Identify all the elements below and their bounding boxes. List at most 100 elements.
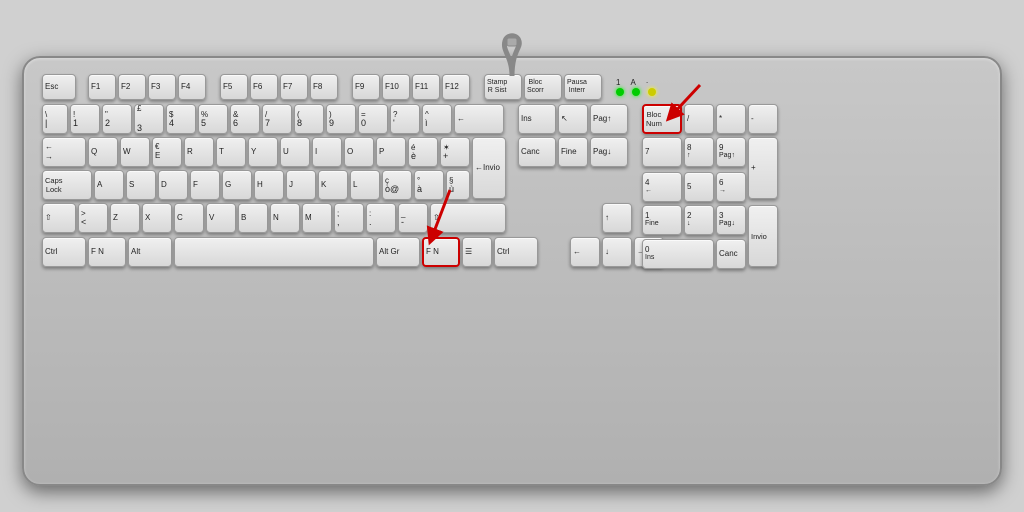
key-comma[interactable]: ;, — [334, 203, 364, 233]
key-np4[interactable]: 4← — [642, 172, 682, 202]
key-f10[interactable]: F10 — [382, 74, 410, 100]
key-stamp[interactable]: StampR Sist — [484, 74, 522, 100]
key-f[interactable]: F — [190, 170, 220, 200]
key-x[interactable]: X — [142, 203, 172, 233]
key-u[interactable]: U — [280, 137, 310, 167]
key-np-minus[interactable]: - — [748, 104, 778, 134]
key-plus[interactable]: ✶+ — [440, 137, 470, 167]
key-e[interactable]: €E — [152, 137, 182, 167]
key-0[interactable]: =0 — [358, 104, 388, 134]
key-k[interactable]: K — [318, 170, 348, 200]
key-np-star[interactable]: * — [716, 104, 746, 134]
key-r[interactable]: R — [184, 137, 214, 167]
key-np-canc[interactable]: Canc — [716, 239, 746, 269]
key-n[interactable]: N — [270, 203, 300, 233]
key-np7[interactable]: 7 — [642, 137, 682, 167]
key-j[interactable]: J — [286, 170, 316, 200]
key-pgdn[interactable]: Pag↓ — [590, 137, 628, 167]
key-t[interactable]: T — [216, 137, 246, 167]
key-np1[interactable]: 1Fine — [642, 205, 682, 235]
key-tab[interactable]: ←→ — [42, 137, 86, 167]
key-np-invio[interactable]: Invio — [748, 205, 778, 267]
key-space[interactable] — [174, 237, 374, 267]
key-z[interactable]: Z — [110, 203, 140, 233]
key-np9[interactable]: 9Pag↑ — [716, 137, 746, 167]
key-f9[interactable]: F9 — [352, 74, 380, 100]
key-3[interactable]: £3 — [134, 104, 164, 134]
key-caret[interactable]: ^ì — [422, 104, 452, 134]
key-f7[interactable]: F7 — [280, 74, 308, 100]
key-np6[interactable]: 6→ — [716, 172, 746, 202]
key-cgrave[interactable]: çò@ — [382, 170, 412, 200]
key-fn-left[interactable]: F N — [88, 237, 126, 267]
key-ctrl-left[interactable]: Ctrl — [42, 237, 86, 267]
key-s[interactable]: S — [126, 170, 156, 200]
key-7[interactable]: /7 — [262, 104, 292, 134]
key-8[interactable]: (8 — [294, 104, 324, 134]
key-g[interactable]: G — [222, 170, 252, 200]
key-ugrave[interactable]: §ù — [446, 170, 470, 200]
key-enter[interactable]: ←Invio — [472, 137, 506, 199]
key-menu[interactable]: ☰ — [462, 237, 492, 267]
key-shift-left[interactable]: ⇧ — [42, 203, 76, 233]
key-f3[interactable]: F3 — [148, 74, 176, 100]
key-f2[interactable]: F2 — [118, 74, 146, 100]
key-np2[interactable]: 2↓ — [684, 205, 714, 235]
key-minus[interactable]: _- — [398, 203, 428, 233]
key-arrow-left[interactable]: ← — [570, 237, 600, 267]
key-l[interactable]: L — [350, 170, 380, 200]
key-2[interactable]: "2 — [102, 104, 132, 134]
key-v[interactable]: V — [206, 203, 236, 233]
key-p[interactable]: P — [376, 137, 406, 167]
key-f1[interactable]: F1 — [88, 74, 116, 100]
key-egrave[interactable]: éè — [408, 137, 438, 167]
key-4[interactable]: $4 — [166, 104, 196, 134]
key-lt-gt[interactable]: >< — [78, 203, 108, 233]
key-q[interactable]: Q — [88, 137, 118, 167]
key-backspace[interactable]: ← — [454, 104, 504, 134]
key-m[interactable]: M — [302, 203, 332, 233]
key-f8[interactable]: F8 — [310, 74, 338, 100]
key-f6[interactable]: F6 — [250, 74, 278, 100]
key-9[interactable]: )9 — [326, 104, 356, 134]
key-y[interactable]: Y — [248, 137, 278, 167]
key-bloc-num[interactable]: BlocNum — [642, 104, 682, 134]
key-f12[interactable]: F12 — [442, 74, 470, 100]
key-period[interactable]: :. — [366, 203, 396, 233]
key-o[interactable]: O — [344, 137, 374, 167]
key-np-slash[interactable]: / — [684, 104, 714, 134]
key-ins[interactable]: Ins — [518, 104, 556, 134]
key-np3[interactable]: 3Pag↓ — [716, 205, 746, 235]
key-c[interactable]: C — [174, 203, 204, 233]
key-np5[interactable]: 5 — [684, 172, 714, 202]
key-pausa[interactable]: PausaInterr — [564, 74, 602, 100]
key-f4[interactable]: F4 — [178, 74, 206, 100]
key-canc[interactable]: Canc — [518, 137, 556, 167]
key-b[interactable]: B — [238, 203, 268, 233]
key-d[interactable]: D — [158, 170, 188, 200]
key-pgup[interactable]: Pag↑ — [590, 104, 628, 134]
key-1[interactable]: !1 — [70, 104, 100, 134]
key-home[interactable]: ↖ — [558, 104, 588, 134]
key-5[interactable]: %5 — [198, 104, 228, 134]
key-bloc-scorr[interactable]: BlocScorr — [524, 74, 562, 100]
key-backslash[interactable]: \| — [42, 104, 68, 134]
key-a[interactable]: A — [94, 170, 124, 200]
key-np8[interactable]: 8↑ — [684, 137, 714, 167]
key-f5[interactable]: F5 — [220, 74, 248, 100]
key-agrave[interactable]: °à — [414, 170, 444, 200]
key-w[interactable]: W — [120, 137, 150, 167]
key-alt[interactable]: Alt — [128, 237, 172, 267]
key-arrow-down[interactable]: ↓ — [602, 237, 632, 267]
key-i[interactable]: I — [312, 137, 342, 167]
key-arrow-up[interactable]: ↑ — [602, 203, 632, 233]
key-fn-right[interactable]: F N — [422, 237, 460, 267]
key-h[interactable]: H — [254, 170, 284, 200]
key-quote[interactable]: ?' — [390, 104, 420, 134]
key-fine[interactable]: Fine — [558, 137, 588, 167]
key-caps-lock[interactable]: CapsLock — [42, 170, 92, 200]
key-shift-right[interactable]: ⇧ — [430, 203, 506, 233]
key-np0[interactable]: 0Ins — [642, 239, 714, 269]
key-ctrl-right[interactable]: Ctrl — [494, 237, 538, 267]
key-f11[interactable]: F11 — [412, 74, 440, 100]
